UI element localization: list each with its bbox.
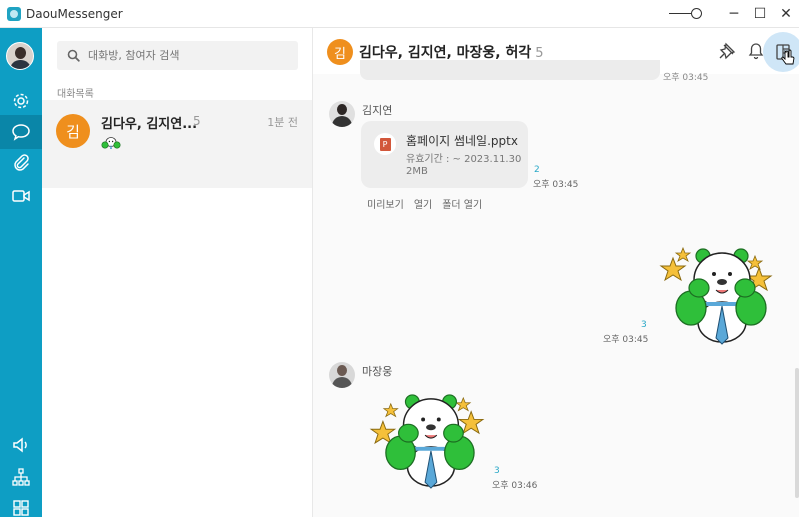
unread-count: 2 bbox=[534, 165, 540, 175]
sender-name: 마장웅 bbox=[362, 365, 393, 378]
room-avatar: 김 bbox=[327, 39, 353, 65]
app-logo-icon bbox=[7, 6, 21, 21]
nav-rail bbox=[0, 28, 42, 517]
pin-icon bbox=[719, 42, 736, 60]
title-bar: DaouMessenger ─ ☐ ✕ bbox=[0, 0, 799, 28]
conversation-scrollbar[interactable] bbox=[795, 368, 799, 498]
chat-member-count: 5 bbox=[193, 114, 201, 128]
sender-avatar[interactable] bbox=[329, 101, 355, 127]
avatar-head bbox=[337, 365, 347, 376]
settings-button[interactable] bbox=[0, 84, 42, 118]
room-title: 김다우, 김지연, 마장웅, 허각 5 bbox=[359, 42, 544, 62]
attachments-button[interactable] bbox=[0, 146, 42, 180]
room-member-count: 5 bbox=[535, 46, 544, 61]
slider-knob[interactable] bbox=[691, 8, 702, 19]
minimize-button[interactable]: ─ bbox=[721, 0, 747, 28]
previous-message-time: 오후 03:45 bbox=[663, 73, 709, 83]
slider-track bbox=[669, 13, 693, 14]
cursor-hand-icon bbox=[781, 49, 795, 65]
sticker-icon bbox=[101, 137, 121, 149]
opacity-slider[interactable] bbox=[669, 8, 703, 20]
org-chart-button[interactable] bbox=[0, 460, 42, 494]
section-label: 대화목록 bbox=[57, 89, 94, 100]
org-chart-icon bbox=[12, 468, 30, 486]
chat-room-name: 김다우, 김지연... bbox=[101, 117, 198, 132]
apps-grid-icon bbox=[13, 500, 29, 516]
chat-room-avatar: 김 bbox=[56, 114, 90, 148]
side-panel-button[interactable] bbox=[763, 32, 799, 72]
messenger-window: DaouMessenger ─ ☐ ✕ 대화방, 참여자 검색 대화목록 김 김… bbox=[0, 0, 799, 517]
room-title-text: 김다우, 김지연, 마장웅, 허각 bbox=[359, 45, 532, 61]
window-controls: ─ ☐ ✕ bbox=[669, 0, 799, 28]
avatar-head bbox=[337, 104, 347, 115]
file-type-letter: P bbox=[379, 137, 391, 151]
chat-preview bbox=[101, 134, 121, 154]
search-input[interactable] bbox=[88, 49, 288, 62]
chat-list-panel: 대화목록 김 김다우, 김지연... 5 1분 전 bbox=[42, 28, 313, 517]
apps-button[interactable] bbox=[0, 491, 42, 517]
chat-list-item[interactable]: 김 김다우, 김지연... 5 1분 전 bbox=[42, 100, 312, 188]
message-time: 오후 03:45 bbox=[533, 180, 579, 190]
avatar-body bbox=[10, 60, 31, 69]
attachment-icon bbox=[14, 154, 29, 171]
pptx-file-icon: P bbox=[374, 133, 396, 155]
search-box[interactable] bbox=[57, 41, 298, 70]
close-button[interactable]: ✕ bbox=[773, 0, 799, 28]
avatar-body bbox=[332, 116, 352, 127]
video-button[interactable] bbox=[0, 179, 42, 213]
preview-link[interactable]: 미리보기 bbox=[367, 196, 404, 211]
chat-icon bbox=[12, 124, 30, 141]
conversation-pane: 김 김다우, 김지연, 마장웅, 허각 5 오후 03:45 김지연 P 홈페이… bbox=[313, 28, 799, 517]
message-time: 오후 03:45 bbox=[603, 335, 649, 345]
chat-button[interactable] bbox=[0, 115, 42, 149]
file-name: 홈페이지 썸네일.pptx bbox=[406, 134, 518, 148]
my-profile-avatar[interactable] bbox=[6, 42, 34, 70]
previous-message-bubble bbox=[360, 60, 660, 80]
file-actions: 미리보기 열기 폴더 열기 bbox=[367, 196, 482, 211]
unread-count: 3 bbox=[494, 466, 500, 476]
app-title: DaouMessenger bbox=[26, 6, 123, 21]
avatar-body bbox=[332, 377, 352, 388]
pin-button[interactable] bbox=[716, 40, 738, 62]
settings-icon bbox=[13, 93, 29, 109]
chat-last-time: 1분 전 bbox=[267, 116, 298, 129]
file-message-bubble[interactable]: P 홈페이지 썸네일.pptx 유효기간 : ~ 2023.11.30 2MB bbox=[361, 121, 528, 188]
avatar-head bbox=[15, 47, 26, 59]
open-link[interactable]: 열기 bbox=[414, 196, 432, 211]
maximize-button[interactable]: ☐ bbox=[747, 0, 773, 28]
speaker-icon bbox=[13, 437, 27, 453]
video-icon bbox=[12, 190, 30, 202]
sticker-image[interactable] bbox=[369, 392, 487, 490]
file-size: 2MB bbox=[406, 166, 428, 177]
announcement-button[interactable] bbox=[0, 428, 42, 462]
sender-avatar[interactable] bbox=[329, 362, 355, 388]
sticker-image[interactable] bbox=[659, 246, 779, 346]
open-folder-link[interactable]: 폴더 열기 bbox=[442, 196, 482, 211]
search-icon bbox=[67, 49, 80, 62]
message-time: 오후 03:46 bbox=[492, 481, 538, 491]
unread-count: 3 bbox=[641, 320, 647, 330]
sender-name: 김지연 bbox=[362, 104, 393, 117]
file-expiry: 유효기간 : ~ 2023.11.30 bbox=[406, 154, 522, 165]
